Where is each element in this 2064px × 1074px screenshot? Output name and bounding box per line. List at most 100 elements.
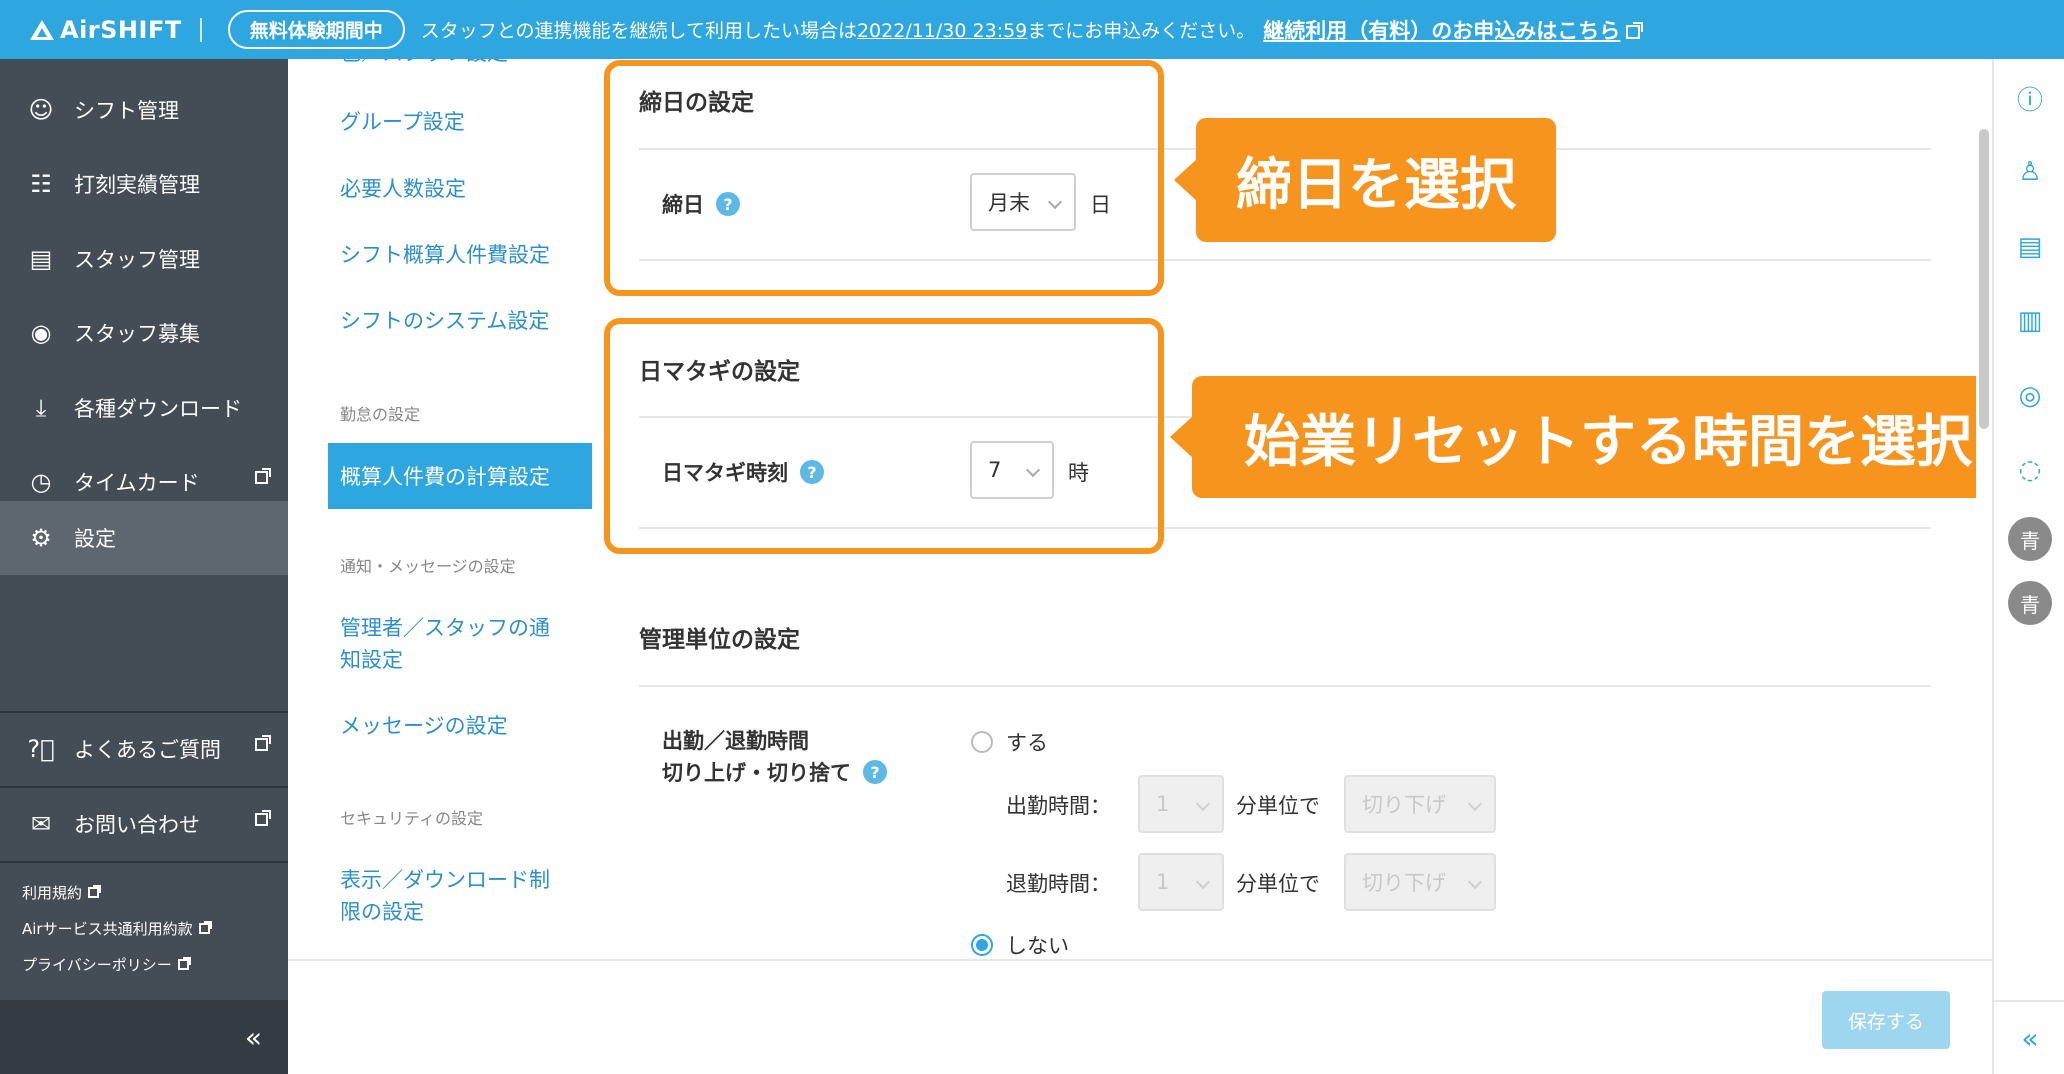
logo-triangle-icon [30,19,54,40]
airshift-logo[interactable]: AirSHIFT [30,16,182,44]
banner-message-suffix: までにお申込みください。 [1027,20,1256,42]
sidebar-item-label: お問い合わせ [74,813,200,837]
rounding-label-line2-text: 切り上げ・切り捨て [662,761,851,785]
sidebar-item-download[interactable]: ⤓ 各種ダウンロード [0,371,288,445]
terms-link-label: 利用規約 [22,884,83,902]
clock-out-rounding-value: 切り下げ [1362,871,1446,895]
clock-out-rounding-select[interactable]: 切り下げ [1344,853,1496,911]
clock-in-minutes-unit: 分単位で [1236,794,1320,818]
rounding-label-line1: 出勤／退勤時間 [662,729,809,753]
submenu-item-staff-color[interactable]: 色／スタッフ設定 [340,59,508,69]
clock-out-minutes-select[interactable]: 1 [1138,853,1224,911]
logo-text: AirSHIFT [60,15,182,44]
daycross-highlight-box [604,318,1164,554]
privacy-policy-link-label: プライバシーポリシー [22,956,172,974]
sidebar-item-recruit[interactable]: ◉ スタッフ募集 [0,296,288,370]
management-section-title: 管理単位の設定 [639,627,800,653]
terms-link[interactable]: 利用規約 [22,882,102,903]
footer-bar: 保存する [288,959,1992,1074]
document-time-icon[interactable]: ▥ [2013,304,2047,338]
avatar[interactable]: 青 [2008,517,2052,561]
submenu-item-notify-line2[interactable]: 知設定 [340,644,403,676]
right-rail-collapse-button[interactable]: « [1994,1000,2064,1074]
chevron-down-icon [1467,874,1483,890]
sidebar-item-label: 打刻実績管理 [74,173,200,197]
sidebar-item-label: シフト管理 [74,99,179,123]
chevron-down-icon [1467,796,1483,812]
sidebar-item-settings[interactable]: ⚙ 設定 [0,501,288,575]
continue-subscription-link[interactable]: 継続利用（有料）のお申込みはこちら [1263,15,1644,45]
submenu-item-notify-line1[interactable]: 管理者／スタッフの通 [340,612,550,644]
help-icon[interactable]: ? [863,760,887,784]
sidebar-item-label: スタッフ管理 [74,248,200,272]
save-button[interactable]: 保存する [1822,991,1950,1049]
sidebar-item-label: よくあるご質問 [74,738,221,762]
external-link-icon [255,468,271,484]
submenu-item-shift-system[interactable]: シフトのシステム設定 [340,305,549,337]
section-divider [639,685,1931,687]
sidebar-divider [0,861,288,863]
external-link-icon [88,885,102,898]
add-user-icon[interactable]: ♙ [2013,155,2047,189]
sidebar-item-label: タイムカード [74,471,200,495]
info-icon[interactable]: ⓘ [2013,81,2047,116]
chat-icon[interactable]: ◌ [2013,453,2047,487]
clock-in-minutes-select[interactable]: 1 [1138,775,1224,833]
external-link-icon [177,957,191,970]
external-link-icon [255,735,271,751]
sidebar-item-label: 設定 [74,527,116,551]
clock-in-label: 出勤時間： [1006,794,1111,818]
timecard-icon: ◷ [30,468,52,496]
camera-icon[interactable]: ◎ [2013,379,2047,413]
rounding-option-no-radio[interactable] [971,934,993,956]
scrollbar-thumb[interactable] [1979,129,1989,429]
document-check-icon[interactable]: ▤ [2013,230,2047,264]
sidebar-item-timestamp[interactable]: ☷ 打刻実績管理 [0,147,288,221]
banner-deadline: 2022/11/30 23:59 [856,20,1028,42]
submenu-item-security-line2[interactable]: 限の設定 [340,896,424,928]
submenu-item-security-line1[interactable]: 表示／ダウンロード制 [340,864,550,896]
sidebar-item-faq[interactable]: ?⃝ よくあるご質問 [0,712,288,786]
question-icon: ?⃝ [27,735,55,763]
submenu-heading-security: セキュリティの設定 [340,809,484,828]
sidebar-item-contact[interactable]: ✉ お問い合わせ [0,787,288,861]
main-scrollbar[interactable] [1976,59,1992,959]
submenu-item-cost-calc[interactable]: 概算人件費の計算設定 [328,443,592,509]
rounding-option-no-label[interactable]: しない [1006,930,1069,960]
daycross-callout: 始業リセットする時間を選択 [1170,376,2024,498]
submenu-item-message[interactable]: メッセージの設定 [340,710,508,742]
settings-submenu: 色／スタッフ設定 グループ設定 必要人数設定 シフト概算人件費設定 シフトのシス… [288,59,598,959]
submenu-item-required-staff[interactable]: 必要人数設定 [340,173,466,205]
sidebar: ☺ シフト管理 ☷ 打刻実績管理 ▤ スタッフ管理 ◉ スタッフ募集 ⤓ 各種ダ… [0,59,288,1074]
timestamp-icon: ☷ [30,170,52,198]
logo-separator [199,17,202,42]
gear-icon: ⚙ [30,524,52,552]
air-service-terms-link[interactable]: Airサービス共通利用約款 [22,918,212,939]
external-link-icon [198,921,212,934]
submenu-item-group[interactable]: グループ設定 [340,106,465,138]
clock-in-minutes-value: 1 [1156,792,1170,816]
collapse-icon: « [2021,1021,2039,1055]
clock-in-rounding-value: 切り下げ [1362,793,1446,817]
chevron-down-icon [1195,874,1211,890]
rounding-label-line2: 切り上げ・切り捨て? [662,757,887,787]
external-link-icon [1626,21,1644,39]
closing-highlight-box [604,60,1164,296]
continue-subscription-link-label: 継続利用（有料）のお申込みはこちら [1263,18,1621,43]
banner-message-prefix: スタッフとの連携機能を継続して利用したい場合は [420,20,857,42]
top-banner: AirSHIFT 無料体験期間中 スタッフとの連携機能を継続して利用したい場合は… [0,0,2064,59]
clock-in-rounding-select[interactable]: 切り下げ [1344,775,1496,833]
avatar[interactable]: 青 [2008,581,2052,625]
privacy-policy-link[interactable]: プライバシーポリシー [22,954,191,975]
clock-out-minutes-unit: 分単位で [1236,872,1320,896]
external-link-icon [255,810,271,826]
recruit-icon: ◉ [30,319,52,347]
air-service-terms-link-label: Airサービス共通利用約款 [22,920,193,938]
rounding-option-yes-radio[interactable] [971,731,993,753]
sidebar-item-shift[interactable]: ☺ シフト管理 [0,73,288,147]
sidebar-item-staff[interactable]: ▤ スタッフ管理 [0,222,288,296]
sidebar-item-label: スタッフ募集 [74,322,200,346]
submenu-item-shift-cost[interactable]: シフト概算人件費設定 [340,239,550,271]
sidebar-collapse-button[interactable]: « [0,1000,288,1074]
rounding-option-yes-label[interactable]: する [1006,727,1048,757]
